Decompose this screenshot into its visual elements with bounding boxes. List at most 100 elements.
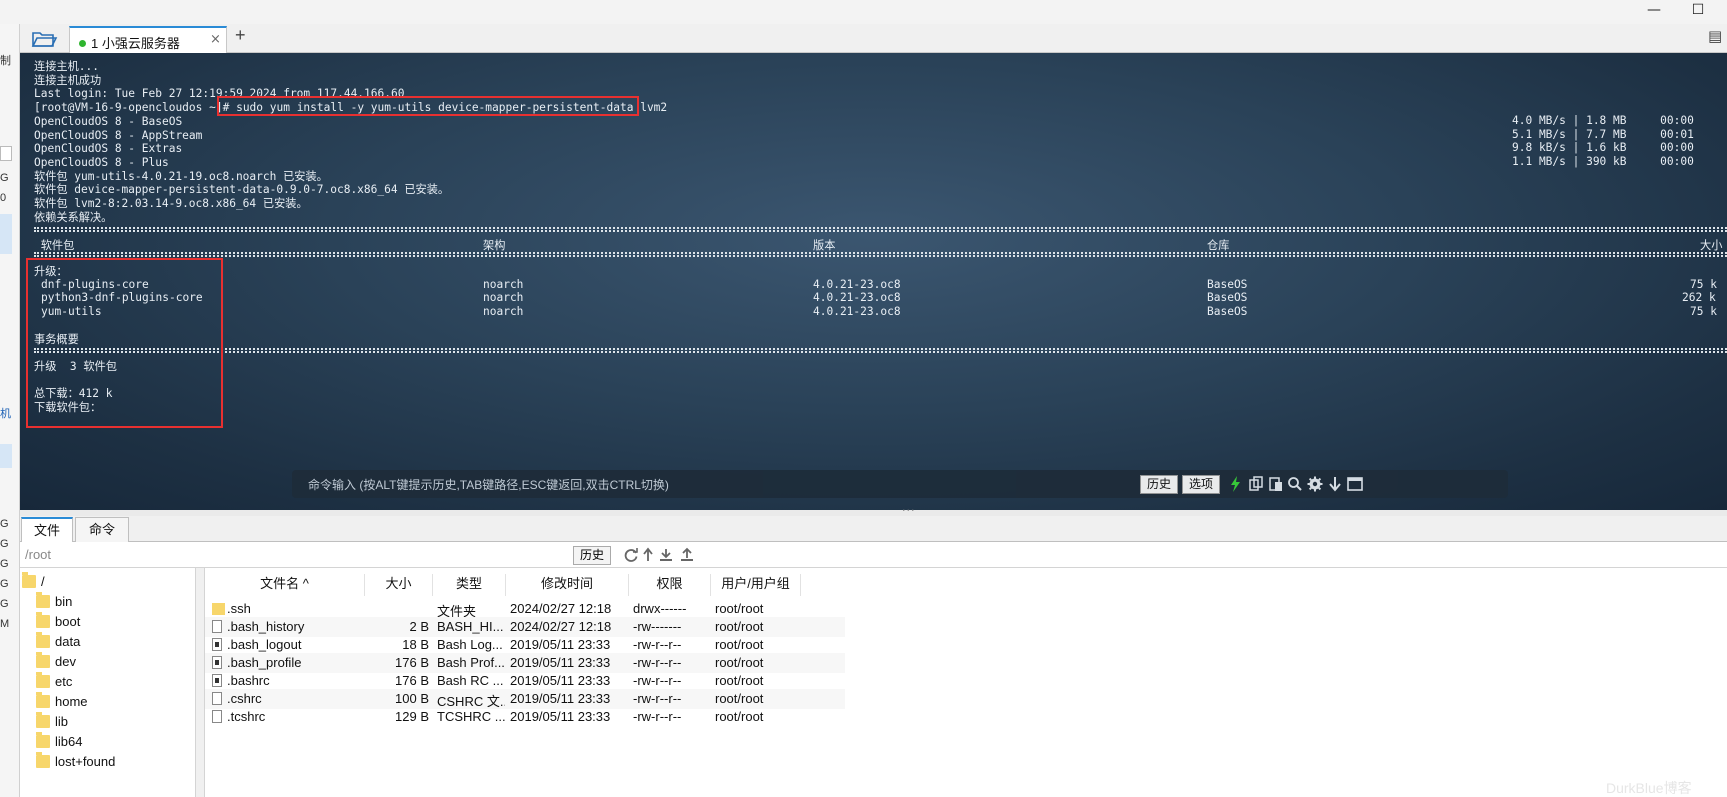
file-row[interactable]: .tcshrc 129 B TCSHRC ... 2019/05/11 23:33 -r… <box>205 707 845 727</box>
file-row[interactable]: .bash_history 2 B BASH_HI... 2024/02/27 12:… <box>205 617 845 637</box>
file-cell-size: 18 B <box>402 637 429 652</box>
file-cell-mtime: 2019/05/11 23:33 <box>510 637 611 652</box>
command-input-bar[interactable]: 命令输入 (按ALT键提示历史,TAB键路径,ESC键返回,双击CTRL切换) … <box>292 470 1508 498</box>
file-cell-size: 176 B <box>395 673 429 688</box>
package-version: 4.0.21-23.oc8 <box>813 305 901 318</box>
col-header-repo: 仓库 <box>1207 239 1230 252</box>
package-size: 75 k <box>1690 278 1717 291</box>
strip-fragment: G <box>0 578 9 590</box>
col-header-size: 大小 <box>1700 239 1723 252</box>
tree-item-label: dev <box>55 654 76 669</box>
arrow-down-icon[interactable] <box>1326 475 1344 493</box>
package-arch: noarch <box>483 278 524 291</box>
file-cell-perm: -rw-r--r-- <box>633 655 682 670</box>
tree-item-label: lost+found <box>55 754 116 769</box>
watermark: DurkBlue博客 <box>1606 780 1692 796</box>
script-file-icon <box>212 656 222 669</box>
tab-session-1[interactable]: 1 小强云服务器 × <box>69 26 227 53</box>
tree-item-label: data <box>55 634 81 649</box>
command-input-placeholder: 命令输入 (按ALT键提示历史,TAB键路径,ESC键返回,双击CTRL切换) <box>308 478 669 492</box>
command-history-button[interactable]: 历史 <box>1140 475 1178 494</box>
script-file-icon <box>212 674 222 687</box>
tab-files[interactable]: 文件 <box>21 517 73 542</box>
header-name[interactable]: 文件名 ^ <box>205 574 365 596</box>
file-row[interactable]: .cshrc 100 B CSHRC 文... 2019/05/11 23:33 -rw… <box>205 689 845 709</box>
header-mtime[interactable]: 修改时间 <box>506 574 629 596</box>
lightning-icon[interactable] <box>1227 475 1245 493</box>
strip-fragment: 0 <box>0 192 7 204</box>
search-icon[interactable] <box>1286 475 1304 493</box>
script-file-icon <box>212 638 222 651</box>
folder-icon <box>36 692 50 708</box>
folder-icon <box>36 632 50 648</box>
package-repo: BaseOS <box>1207 305 1248 318</box>
file-cell-name: .bash_profile <box>227 655 302 670</box>
parent-dir-icon[interactable] <box>641 547 657 563</box>
maximize-button[interactable]: ☐ <box>1678 0 1718 24</box>
open-folder-icon[interactable] <box>30 28 58 50</box>
header-size[interactable]: 大小 <box>365 574 433 596</box>
file-row[interactable]: .bash_logout 18 B Bash Log... 2019/05/11 23… <box>205 635 845 655</box>
strip-fragment: 机 <box>0 408 11 420</box>
folder-icon <box>212 603 225 615</box>
file-cell-name: .ssh <box>227 601 251 616</box>
lower-tab-bar: 文件 命令 <box>20 516 1727 542</box>
installed-line: 依赖关系解决。 <box>34 211 113 224</box>
path-input[interactable]: /root <box>25 547 51 562</box>
package-size: 262 k <box>1682 291 1716 304</box>
window-icon[interactable] <box>1346 475 1364 493</box>
folder-icon <box>36 592 50 608</box>
tree-scrollbar[interactable] <box>196 568 205 797</box>
connected-status-icon <box>79 40 86 47</box>
download-icon[interactable] <box>658 547 674 563</box>
tree-item-label: lib64 <box>55 734 83 749</box>
folder-icon <box>36 672 50 688</box>
repo-line: OpenCloudOS 8 - Plus <box>34 156 169 169</box>
file-list: 文件名 ^ 大小 类型 修改时间 权限 用户/用户组 .ssh 文件夹 2024/0… <box>205 568 845 797</box>
tab-label: 1 小强云服务器 <box>91 36 180 51</box>
repo-line: OpenCloudOS 8 - Extras <box>34 142 183 155</box>
upload-icon[interactable] <box>679 547 695 563</box>
copy-icon[interactable] <box>1247 475 1265 493</box>
strip-highlight <box>0 214 12 254</box>
repo-line: OpenCloudOS 8 - BaseOS <box>34 115 183 128</box>
file-cell-type: BASH_HI... <box>437 619 504 634</box>
menu-icon[interactable]: ▤ <box>1708 27 1722 45</box>
strip-highlight <box>0 444 12 468</box>
file-cell-perm: -rw-r--r-- <box>633 691 682 706</box>
terminal-output[interactable]: 连接主机... 连接主机成功 Last login: Tue Feb 27 12… <box>20 53 1727 510</box>
tree-item-label: home <box>55 694 88 709</box>
file-row[interactable]: .ssh 文件夹 2024/02/27 12:18 drwx------ root/ro… <box>205 599 845 619</box>
separator <box>34 252 1727 257</box>
add-tab-icon[interactable]: + <box>235 25 246 46</box>
file-cell-owner: root/root <box>715 619 764 634</box>
path-history-button[interactable]: 历史 <box>573 546 611 565</box>
file-row[interactable]: .bashrc 176 B Bash RC ... 2019/05/11 23:33 -… <box>205 671 845 691</box>
file-cell-mtime: 2024/02/27 12:18 <box>510 601 612 616</box>
session-tab-bar: 1 小强云服务器 × + ▤ <box>20 24 1727 53</box>
file-cell-owner: root/root <box>715 601 764 616</box>
installed-line: 软件包 device-mapper-persistent-data-0.9.0-… <box>34 183 450 196</box>
paste-icon[interactable] <box>1267 475 1285 493</box>
package-repo: BaseOS <box>1207 291 1248 304</box>
gear-icon[interactable] <box>1306 475 1324 493</box>
file-cell-name: .bash_history <box>227 619 305 634</box>
file-row[interactable]: .bash_profile 176 B Bash Prof... 2019/05/11… <box>205 653 845 673</box>
refresh-icon[interactable] <box>623 547 639 563</box>
strip-fragment: G <box>0 172 9 184</box>
file-cell-type: Bash Log... <box>437 637 503 652</box>
tree-item-label: lib <box>55 714 69 729</box>
file-cell-mtime: 2019/05/11 23:33 <box>510 673 611 688</box>
close-tab-icon[interactable]: × <box>210 32 221 47</box>
tab-commands[interactable]: 命令 <box>75 517 129 542</box>
header-owner[interactable]: 用户/用户组 <box>711 574 801 596</box>
command-options-button[interactable]: 选项 <box>1182 475 1220 494</box>
repo-stats: 1.1 MB/s | 390 kB 00:00 <box>1512 155 1694 168</box>
header-perm[interactable]: 权限 <box>629 574 711 596</box>
shell-prompt: [root@VM-16-9-opencloudos ~]# <box>34 101 237 114</box>
header-type[interactable]: 类型 <box>433 574 506 596</box>
background-window-strip: 制 G 0 机 G G G G G M <box>0 24 20 797</box>
minimize-button[interactable]: — <box>1634 0 1674 24</box>
folder-icon <box>36 712 50 728</box>
tree-item-label: bin <box>55 594 73 609</box>
